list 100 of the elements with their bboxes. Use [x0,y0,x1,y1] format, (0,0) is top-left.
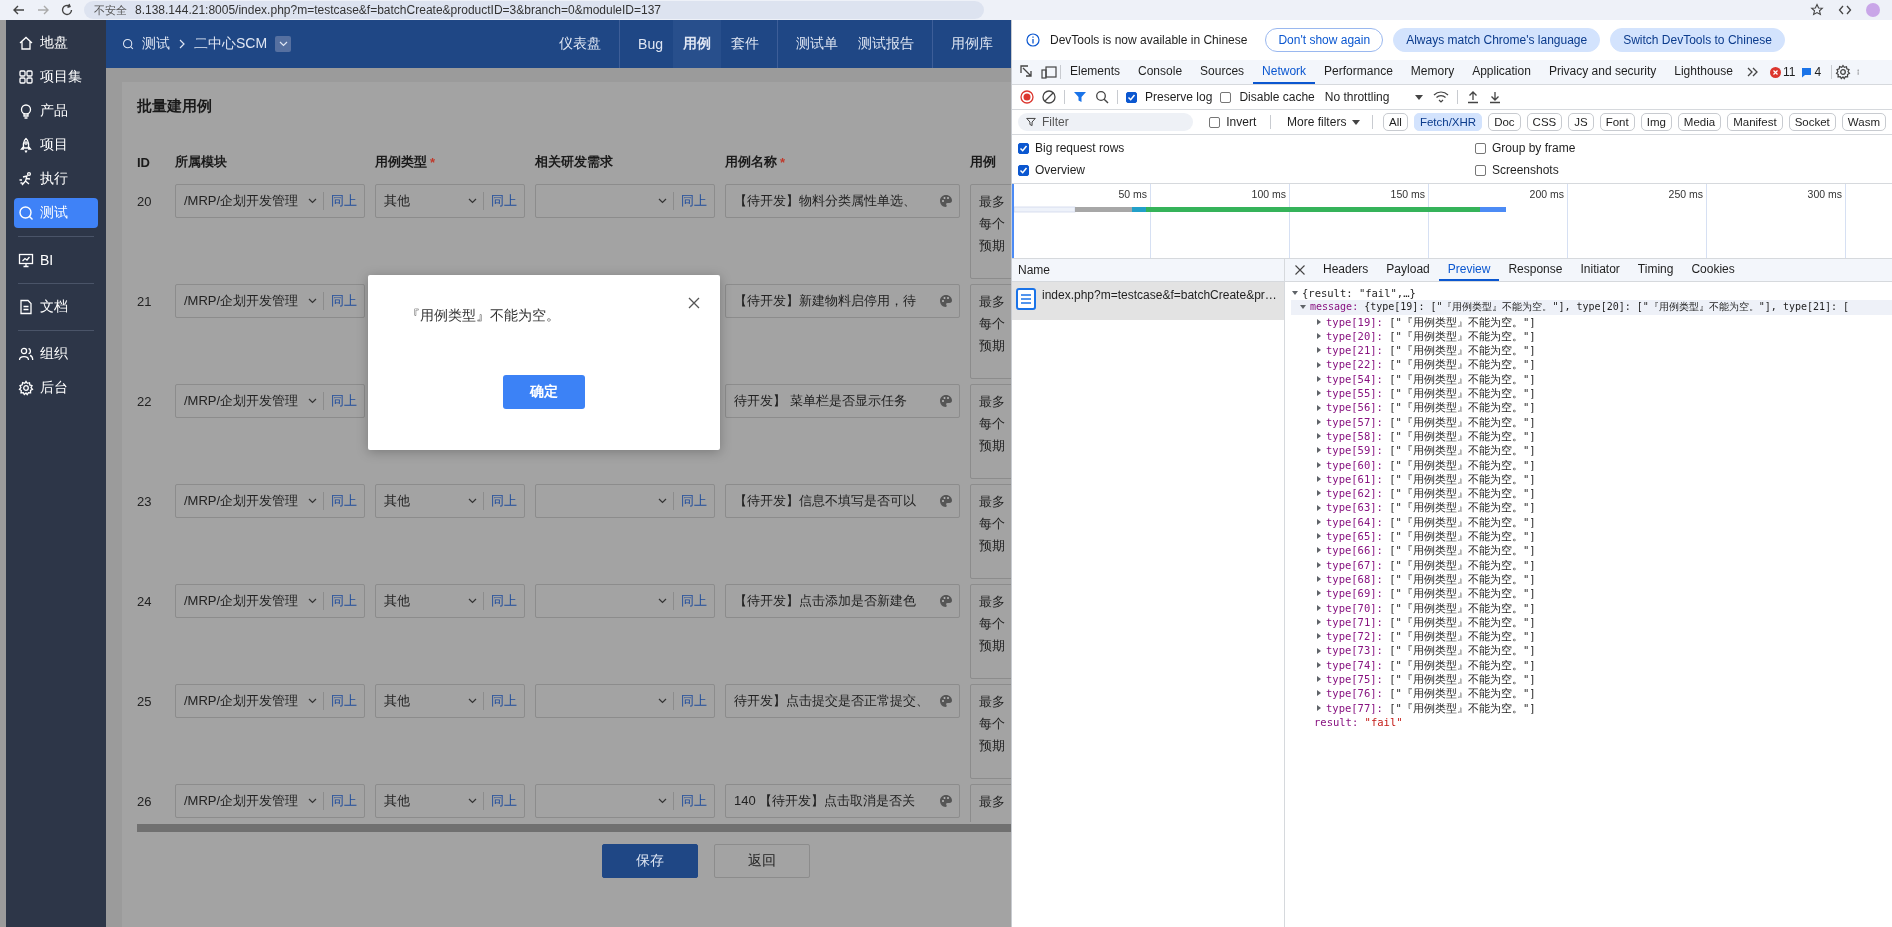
devtools-tab[interactable]: Privacy and security [1539,60,1666,84]
notice-button[interactable]: Don't show again [1265,28,1384,52]
steps-field[interactable]: 最多 每个 预期 [970,584,1011,679]
nav-tab[interactable]: 测试报告 [848,20,924,68]
detail-tab[interactable]: Timing [1628,259,1683,281]
breadcrumb-item[interactable]: 二中心SCM [194,35,268,53]
module-select[interactable]: /MRP/企划开发管理 同上 [175,784,365,818]
clear-icon[interactable] [1042,90,1056,104]
record-icon[interactable] [1020,90,1034,104]
sidebar-item[interactable]: 测试 [14,198,98,228]
checkbox-label[interactable]: Screenshots [1492,163,1559,177]
palette-icon[interactable] [939,494,953,508]
device-icon[interactable] [1041,64,1057,80]
throttling-dropdown[interactable]: No throttling [1322,90,1426,104]
filter-icon[interactable] [1073,90,1087,104]
checkbox[interactable] [1209,116,1221,128]
palette-icon[interactable] [939,294,953,308]
code-icon[interactable] [1838,3,1852,17]
detail-tab[interactable]: Preview [1438,259,1500,281]
devtools-tab[interactable]: Memory [1401,60,1464,84]
expand-triangle-icon[interactable] [1317,547,1321,554]
detail-tab[interactable]: Headers [1314,259,1378,281]
palette-icon[interactable] [939,194,953,208]
detail-tab[interactable]: Cookies [1682,259,1744,281]
filter-chip[interactable]: Media [1677,113,1722,131]
close-button[interactable] [688,297,700,309]
address-bar[interactable]: 不安全 8.138.144.21:8005/index.php?m=testcase&f=batchCreate&productID=3&branch=0&moduleID=137 [84,1,984,19]
filter-chip[interactable]: Doc [1488,113,1521,131]
error-count[interactable]: 11 [1769,60,1796,84]
expand-triangle-icon[interactable] [1317,518,1321,525]
settings-icon[interactable] [1835,64,1852,80]
expand-triangle-icon[interactable] [1317,704,1321,711]
dropdown-button[interactable] [275,36,292,52]
case-type-select[interactable]: 其他 同上 [375,484,525,518]
expand-triangle-icon[interactable] [1317,690,1321,697]
expand-triangle-icon[interactable] [1317,576,1321,583]
sidebar-item[interactable]: 后台 [14,373,98,403]
checkbox-label[interactable]: Preserve log [1145,90,1213,104]
devtools-tab[interactable]: Sources [1191,60,1254,84]
expand-triangle-icon[interactable] [1317,361,1321,368]
filter-field[interactable]: Filter [1018,113,1193,131]
expand-triangle-icon[interactable] [1317,333,1321,340]
case-name-field[interactable]: 【待开发】信息不填写是否可以 [725,484,960,518]
inspect-icon[interactable] [1019,64,1035,80]
checkbox-label[interactable]: Disable cache [1239,90,1315,104]
expand-triangle-icon[interactable] [1317,533,1321,540]
module-select[interactable]: /MRP/企划开发管理 同上 [175,384,365,418]
module-select[interactable]: /MRP/企划开发管理 同上 [175,584,365,618]
expand-triangle-icon[interactable] [1317,447,1321,454]
expand-triangle-icon[interactable] [1317,433,1321,440]
palette-icon[interactable] [939,594,953,608]
filter-chip[interactable]: All [1383,113,1408,131]
expand-triangle-icon[interactable] [1292,291,1298,296]
detail-tab[interactable]: Payload [1377,259,1439,281]
nav-tab[interactable]: 用例库 [941,20,1003,68]
expand-triangle-icon[interactable] [1317,618,1321,625]
palette-icon[interactable] [939,794,953,808]
filter-chip[interactable]: JS [1568,113,1594,131]
case-type-select[interactable]: 其他 同上 [375,784,525,818]
checkbox[interactable] [1475,142,1486,154]
sidebar-item[interactable]: 文档 [14,292,98,322]
download-icon[interactable] [1488,90,1503,104]
case-name-field[interactable]: 【待开发】物料分类属性单选、 [725,184,960,218]
checkbox[interactable] [1126,91,1137,103]
close-icon[interactable] [1294,264,1306,276]
case-type-select[interactable]: 其他 同上 [375,584,525,618]
checkbox-label[interactable]: Group by frame [1492,141,1576,155]
nav-tab[interactable]: 仪表盘 [549,20,612,68]
back-button[interactable]: 返回 [714,844,810,878]
checkbox-label[interactable]: Overview [1035,163,1085,177]
sidebar-item[interactable]: BI [14,245,98,275]
expand-triangle-icon[interactable] [1317,375,1321,382]
star-icon[interactable] [1810,3,1824,17]
filter-chip[interactable]: Img [1640,113,1672,131]
expand-triangle-icon[interactable] [1317,504,1321,511]
notice-button[interactable]: Always match Chrome's language [1393,28,1601,52]
case-type-select[interactable]: 其他 同上 [375,684,525,718]
sidebar-item[interactable]: 产品 [14,96,98,126]
palette-icon[interactable] [939,394,953,408]
steps-field[interactable]: 最多 每个 预期 [970,484,1011,579]
checkbox-label[interactable]: Big request rows [1035,141,1125,155]
expand-triangle-icon[interactable] [1317,461,1321,468]
filter-chip[interactable]: Font [1599,113,1635,131]
column-header[interactable]: Name [1012,259,1284,282]
steps-field[interactable]: 最多 每个 预期 [970,684,1011,779]
case-name-field[interactable]: 【待开发】新建物料启停用，待 [725,284,960,318]
steps-field[interactable]: 最多 每个 预期 [970,384,1011,479]
steps-field[interactable]: 最多 每个 预期 [970,184,1011,279]
expand-triangle-icon[interactable] [1317,390,1321,397]
devtools-tab[interactable]: Elements [1061,60,1130,84]
case-name-field[interactable]: 待开发】 菜单栏是否显示任务 [725,384,960,418]
devtools-tab[interactable]: Application [1463,60,1540,84]
security-label[interactable]: 不安全 [94,2,127,18]
palette-icon[interactable] [939,694,953,708]
nav-tab[interactable]: 测试单 [786,20,848,68]
filter-chip[interactable]: Wasm [1841,113,1886,131]
expand-triangle-icon[interactable] [1317,561,1321,568]
expand-triangle-icon[interactable] [1317,604,1321,611]
module-select[interactable]: /MRP/企划开发管理 同上 [175,484,365,518]
search-icon[interactable] [1095,90,1109,104]
